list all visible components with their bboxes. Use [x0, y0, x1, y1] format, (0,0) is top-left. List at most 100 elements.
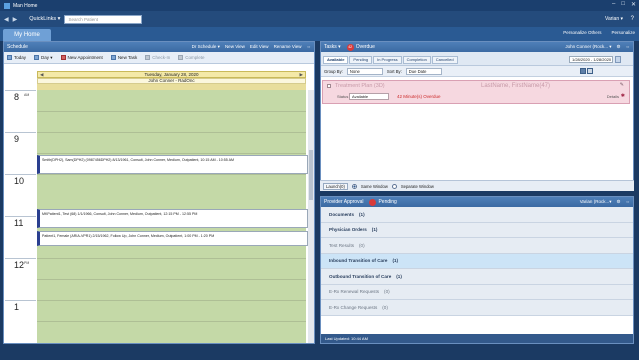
- expand-icon[interactable]: ⇔: [307, 44, 312, 50]
- edit-view-link[interactable]: Edit View: [250, 44, 269, 50]
- overdue-label: Overdue: [355, 44, 375, 50]
- provider-approval-panel: Provider Approval Pending Varian (Rock..…: [320, 196, 634, 344]
- group-by-select[interactable]: None: [346, 67, 383, 75]
- approval-row-erx-change[interactable]: E-Rx Change Requests (0): [321, 300, 633, 316]
- tasks-title[interactable]: Tasks ▾: [324, 44, 341, 50]
- minimize-icon[interactable]: –: [612, 1, 615, 8]
- new-task-button[interactable]: New Task: [110, 55, 137, 60]
- scrollbar-thumb[interactable]: [309, 150, 313, 200]
- view-dropdown[interactable]: Day ▾: [34, 55, 53, 61]
- expand-icon[interactable]: ⇔: [626, 199, 631, 205]
- approval-provider-select[interactable]: Varian (Rock...▾: [580, 199, 612, 205]
- hour-line: [37, 132, 306, 133]
- approval-row-test-results[interactable]: Test Results (0): [321, 238, 633, 254]
- schedule-header-links: Dr Schedule ▾ New View Edit View Rename …: [192, 44, 311, 50]
- view-icon: [34, 55, 40, 60]
- back-icon[interactable]: ◀: [4, 16, 9, 23]
- task-status-label: Status: [337, 94, 349, 99]
- today-button[interactable]: Today: [7, 55, 26, 60]
- approval-row-outbound-toc[interactable]: Outbound Transition of Care (1): [321, 269, 633, 285]
- task-details-link[interactable]: Details: [607, 94, 619, 99]
- hour-line: [37, 300, 306, 301]
- tasks-panel: Tasks ▾ 42 Overdue John Conner (Rock... …: [320, 41, 634, 191]
- approval-header-right: Varian (Rock...▾ ⚙ ⇔: [580, 199, 630, 205]
- calendar-icon: [7, 55, 12, 60]
- next-day-icon[interactable]: ▶: [300, 72, 303, 77]
- tab-my-home[interactable]: My Home: [3, 29, 51, 41]
- same-window-radio[interactable]: [351, 183, 357, 189]
- personalize-others-link[interactable]: Personalize Others: [563, 30, 601, 35]
- window-title: Man Home: [13, 2, 38, 9]
- task-patient-name[interactable]: LastName, FirstName(47): [481, 83, 550, 89]
- schedule-scrollbar[interactable]: [308, 90, 314, 343]
- calendar-icon[interactable]: [615, 56, 621, 63]
- personalize-link[interactable]: Personalize: [611, 30, 635, 35]
- personalize-links: Personalize Others Personalize: [563, 30, 635, 35]
- approval-row-inbound-toc[interactable]: Inbound Transition of Care (1): [321, 253, 633, 269]
- approval-title: Provider Approval: [324, 199, 364, 205]
- window-controls: – □ ✕: [612, 1, 636, 8]
- check-in-button[interactable]: Check-In: [145, 55, 170, 60]
- dr-schedule-dropdown[interactable]: Dr Schedule ▾: [192, 44, 220, 50]
- complete-icon: [178, 55, 184, 60]
- tasks-header-right: John Conner (Rock... ▾ ⚙ ⇔: [565, 44, 630, 50]
- help-icon[interactable]: ?: [631, 16, 634, 22]
- settings-icon[interactable]: ⚙: [616, 199, 620, 205]
- view-toggle: [580, 68, 593, 74]
- hour-slot: 8 AM: [5, 90, 36, 132]
- launch-button[interactable]: Launch(0): [323, 182, 348, 190]
- schedule-header: Schedule Dr Schedule ▾ New View Edit Vie…: [4, 42, 314, 52]
- launch-row: Launch(0) Same Window Separate Window: [320, 180, 634, 191]
- task-title: Treatment Plan (3D): [335, 83, 385, 89]
- task-card[interactable]: Treatment Plan (3D) LastName, FirstName(…: [322, 80, 630, 104]
- approval-row-physician-orders[interactable]: Physician Orders (1): [321, 222, 633, 238]
- task-overdue-text: 42 Minute(s) Overdue: [397, 94, 441, 99]
- settings-icon[interactable]: ⚙: [616, 44, 620, 50]
- edit-icon[interactable]: ✎: [620, 82, 624, 88]
- hour-column: 8 AM 9 10 11 12 PM 1: [5, 90, 36, 343]
- expand-icon[interactable]: ⇔: [626, 44, 631, 50]
- new-view-link[interactable]: New View: [225, 44, 245, 50]
- tab-pending[interactable]: Pending: [349, 56, 373, 64]
- appointment[interactable]: Smith(DPH2), Sam(DPH2) (0987456DPH2) 8/1…: [37, 155, 308, 174]
- new-appointment-button[interactable]: New Appointment: [60, 55, 103, 60]
- task-status-tabs: Available Pending In Progress Completion…: [323, 56, 458, 64]
- quicklinks-menu[interactable]: QuickLinks ▾: [29, 16, 60, 22]
- list-view-icon[interactable]: [580, 68, 586, 74]
- hour-slot: 1: [5, 300, 36, 343]
- tab-cancelled[interactable]: Cancelled: [431, 56, 458, 64]
- new-task-icon: [110, 55, 116, 60]
- approval-row-documents[interactable]: Documents (1): [321, 207, 633, 223]
- search-patient-input[interactable]: Search Patient: [64, 14, 143, 24]
- task-checkbox[interactable]: [327, 84, 331, 88]
- rename-view-link[interactable]: Rename View: [274, 44, 302, 50]
- pin-icon[interactable]: ✱: [621, 93, 625, 99]
- hour-line: [37, 174, 306, 175]
- task-date-range-input[interactable]: 1/28/2020 - 1/28/2020: [569, 56, 613, 63]
- maximize-icon[interactable]: □: [621, 1, 625, 8]
- appointment[interactable]: Patient1, Female (ARIA-VPR1) 2/15/1962, …: [37, 231, 308, 246]
- separate-window-radio[interactable]: [391, 183, 397, 189]
- forward-icon[interactable]: ▶: [13, 16, 18, 23]
- hour-slot: 10: [5, 174, 36, 216]
- task-filter-row: Group By: None Sort By: Due Date: [321, 66, 633, 77]
- appointment[interactable]: MKPatient1, Test (68) 1/1/1966, Consult,…: [37, 209, 308, 228]
- half-hour-line: [37, 153, 306, 154]
- task-provider-select[interactable]: John Conner (Rock... ▾: [565, 44, 611, 50]
- complete-button[interactable]: Complete: [178, 55, 205, 60]
- tab-in-progress[interactable]: In Progress: [373, 56, 402, 64]
- close-icon[interactable]: ✕: [631, 1, 636, 8]
- task-tabs-row: Available Pending In Progress Completion…: [321, 52, 633, 66]
- hour-slot: 12 PM: [5, 258, 36, 300]
- approval-row-erx-renewal[interactable]: E-Rx Renewal Requests (0): [321, 284, 633, 300]
- tab-completion[interactable]: Completion: [402, 56, 431, 64]
- pending-label: Pending: [378, 199, 397, 205]
- sort-by-select[interactable]: Due Date: [405, 67, 442, 75]
- tab-available[interactable]: Available: [323, 56, 349, 64]
- user-menu[interactable]: Varian ▾: [605, 16, 623, 22]
- card-view-icon[interactable]: [587, 68, 593, 74]
- workspace-tabstrip: My Home Personalize Others Personalize: [0, 27, 639, 41]
- main-toolbar: ◀ ▶ QuickLinks ▾ Search Patient Varian ▾…: [0, 11, 639, 27]
- prev-day-icon[interactable]: ◀: [40, 72, 43, 77]
- task-status-select[interactable]: Available: [349, 93, 389, 100]
